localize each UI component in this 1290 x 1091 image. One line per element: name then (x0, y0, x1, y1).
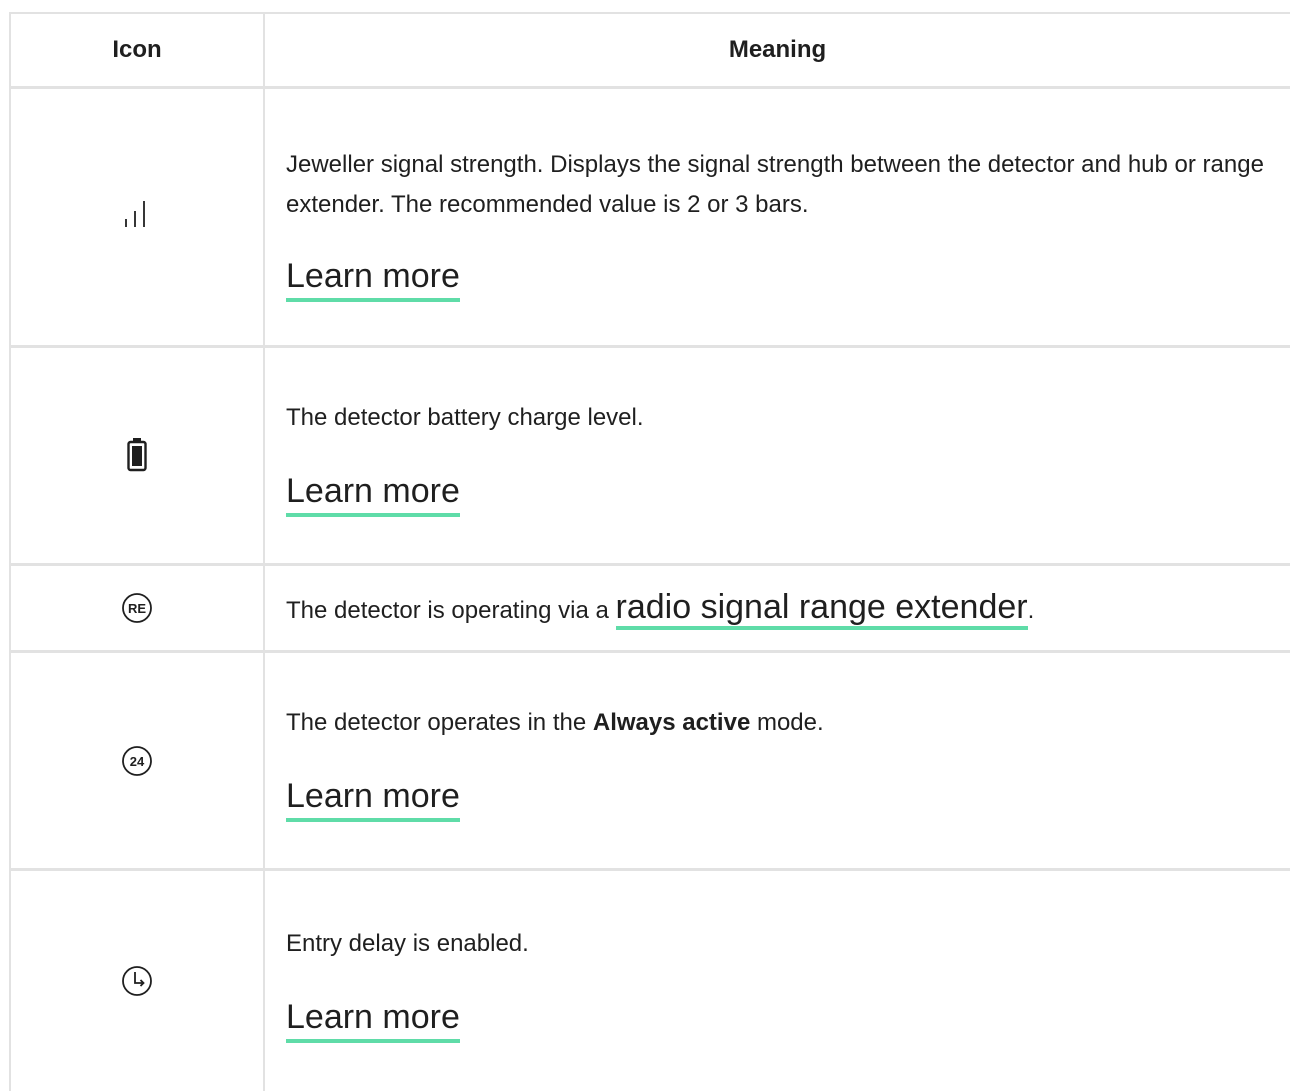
row-text-bold: Always active (592, 709, 751, 736)
header-icon: Icon (9, 14, 265, 86)
meaning-cell: Entry delay is enabled. Learn more (265, 871, 1290, 1091)
icon-cell (9, 348, 265, 563)
meaning-cell: The detector battery charge level. Learn… (265, 348, 1290, 563)
row-text-after: mode. (750, 709, 824, 736)
row-description: The detector operates in the Always acti… (286, 703, 1279, 743)
meaning-cell: The detector operates in the Always acti… (265, 653, 1290, 868)
learn-more-link[interactable]: Learn more (286, 776, 460, 822)
table-row: The detector battery charge level. Learn… (9, 348, 1290, 566)
table-row: RE The detector is operating via a radio… (9, 566, 1290, 653)
battery-icon (117, 436, 157, 476)
table-row: Jeweller signal strength. Displays the s… (9, 89, 1290, 348)
learn-more-link[interactable]: Learn more (286, 471, 460, 517)
row-description: The detector battery charge level. (286, 404, 644, 431)
table-row: 24 The detector operates in the Always a… (9, 653, 1290, 871)
range-extender-icon-text: RE (128, 601, 146, 616)
icon-cell (9, 871, 265, 1091)
header-meaning: Meaning (728, 36, 827, 63)
icon-cell: RE (9, 566, 265, 650)
meaning-cell: Jeweller signal strength. Displays the s… (265, 89, 1290, 345)
signal-strength-icon (117, 197, 157, 237)
always-active-icon: 24 (117, 741, 157, 781)
range-extender-icon: RE (117, 588, 157, 628)
table-row: Entry delay is enabled. Learn more (9, 871, 1290, 1091)
icon-cell (9, 89, 265, 345)
learn-more-link[interactable]: Learn more (286, 997, 460, 1043)
meaning-cell: The detector is operating via a radio si… (265, 566, 1290, 650)
row-text-after: . (1027, 597, 1035, 624)
range-extender-link[interactable]: radio signal range extender (615, 588, 1028, 630)
row-text-before: The detector is operating via a (286, 597, 616, 624)
icon-cell: 24 (9, 653, 265, 868)
row-description: Entry delay is enabled. (286, 929, 529, 957)
row-description: Jeweller signal strength. Displays the s… (286, 150, 1264, 218)
table-header: Icon Meaning (9, 12, 1290, 89)
learn-more-link[interactable]: Learn more (286, 256, 460, 302)
icons-table: Icon Meaning Jeweller signal strength. D… (9, 12, 1290, 1091)
row-text-before: The detector operates in the (286, 709, 593, 736)
always-active-icon-text: 24 (130, 754, 145, 769)
entry-delay-icon (117, 961, 157, 1001)
row-description: The detector is operating via a radio si… (286, 587, 1279, 631)
